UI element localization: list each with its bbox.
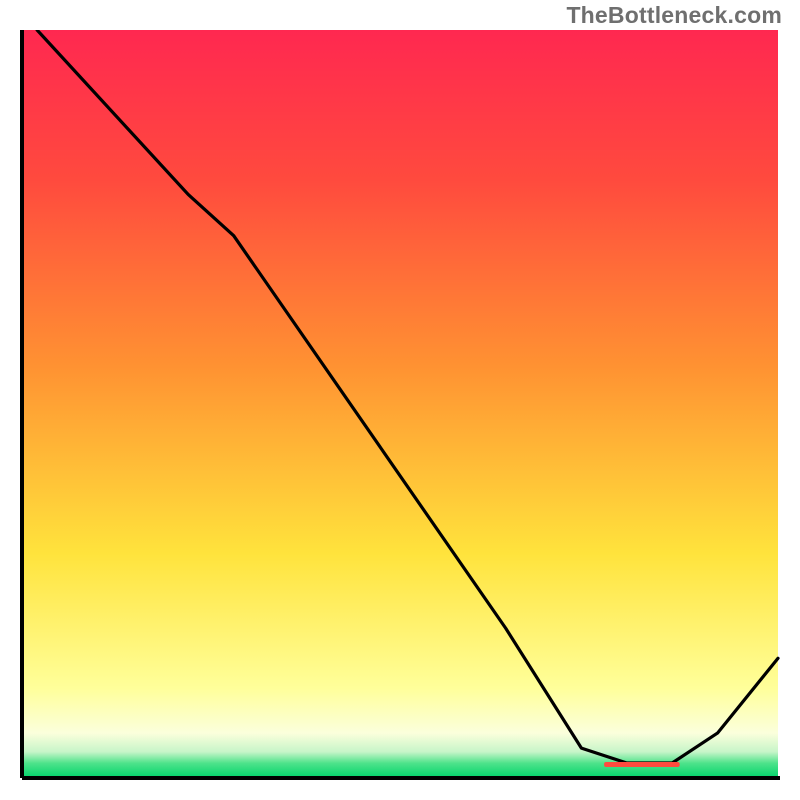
- plot-area: [20, 30, 780, 780]
- min-band-marker: [604, 762, 680, 767]
- chart-svg: [20, 30, 780, 780]
- watermark-text: TheBottleneck.com: [566, 2, 782, 29]
- chart-frame: TheBottleneck.com: [0, 0, 800, 800]
- gradient-background: [22, 30, 778, 778]
